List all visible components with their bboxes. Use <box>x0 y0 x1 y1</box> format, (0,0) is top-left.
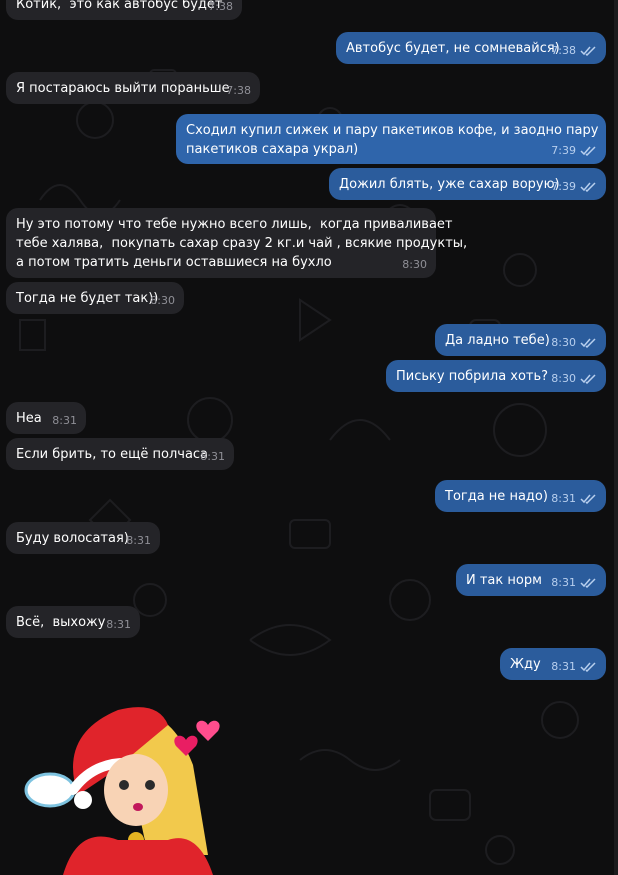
message-time: 7:39 <box>551 144 576 157</box>
message-incoming[interactable]: Буду волосатая) 8:31 <box>6 522 160 554</box>
message-time: 8:31 <box>551 576 576 589</box>
heart-icon <box>196 720 220 741</box>
read-check-icon <box>580 145 596 156</box>
read-check-icon <box>580 373 596 384</box>
message-meta: 7:38 <box>226 81 251 100</box>
message-incoming[interactable]: Тогда не будет так)) 8:30 <box>6 282 184 314</box>
message-meta: 8:31 <box>106 615 131 634</box>
message-time: 8:31 <box>200 450 225 463</box>
message-outgoing[interactable]: Жду 8:31 <box>500 648 606 680</box>
message-text: Дожил блять, уже сахар ворую) <box>339 177 560 192</box>
message-meta: 8:31 <box>551 573 597 592</box>
read-check-icon <box>580 493 596 504</box>
message-text: Всё, выхожу <box>16 615 106 630</box>
message-outgoing[interactable]: И так норм 8:31 <box>456 564 606 596</box>
scrollbar-track[interactable] <box>614 0 618 875</box>
message-time: 8:30 <box>551 372 576 385</box>
message-text: Ну это потому что тебе нужно всего лишь,… <box>16 217 468 270</box>
message-time: 8:30 <box>150 294 175 307</box>
message-time: 8:31 <box>106 618 131 631</box>
hat-pompom-shape <box>74 791 92 809</box>
read-check-icon <box>580 181 596 192</box>
message-meta: 8:31 <box>551 657 597 676</box>
lips-shape <box>133 803 143 811</box>
message-outgoing[interactable]: Тогда не надо) 8:31 <box>435 480 606 512</box>
message-outgoing[interactable]: Автобус будет, не сомневайся) 7:38 <box>336 32 606 64</box>
message-text: Тогда не надо) <box>445 489 548 504</box>
message-time: 7:39 <box>551 180 576 193</box>
message-meta: 7:38 <box>208 0 233 16</box>
message-meta: 8:31 <box>126 531 151 550</box>
message-meta: 8:31 <box>52 411 77 430</box>
message-outgoing[interactable]: Сходил купил сижек и пару пакетиков кофе… <box>176 114 606 164</box>
message-text: Если брить, то ещё полчаса <box>16 447 209 462</box>
message-incoming[interactable]: Неа 8:31 <box>6 402 86 434</box>
message-meta: 8:30 <box>551 369 597 388</box>
eye-shape <box>145 780 155 790</box>
message-time: 7:38 <box>551 44 576 57</box>
message-text: Неа <box>16 411 42 426</box>
message-text: Я постараюсь выйти пораньше <box>16 81 230 96</box>
girl-blowing-kiss-sticker[interactable] <box>18 695 228 875</box>
message-time: 8:30 <box>402 258 427 271</box>
message-meta: 8:31 <box>551 489 597 508</box>
read-check-icon <box>580 577 596 588</box>
message-meta: 8:30 <box>402 255 427 274</box>
message-incoming[interactable]: Если брить, то ещё полчаса 8:31 <box>6 438 234 470</box>
message-meta: 8:31 <box>200 447 225 466</box>
message-text: Тогда не будет так)) <box>16 291 159 306</box>
message-time: 8:31 <box>126 534 151 547</box>
message-incoming[interactable]: Всё, выхожу 8:31 <box>6 606 140 638</box>
message-outgoing[interactable]: Дожил блять, уже сахар ворую) 7:39 <box>329 168 606 200</box>
message-time: 8:31 <box>551 492 576 505</box>
message-time: 8:31 <box>52 414 77 427</box>
message-time: 8:31 <box>551 660 576 673</box>
message-text: Письку побрила хоть? <box>396 369 549 384</box>
message-meta: 8:30 <box>551 333 597 352</box>
message-outgoing[interactable]: Письку побрила хоть? 8:30 <box>386 360 606 392</box>
message-text: Сходил купил сижек и пару пакетиков кофе… <box>186 123 599 157</box>
read-check-icon <box>580 661 596 672</box>
message-text: Жду <box>510 657 541 672</box>
message-time: 7:38 <box>226 84 251 97</box>
message-meta: 7:38 <box>551 41 597 60</box>
cloud-shape <box>24 772 76 808</box>
message-incoming[interactable]: Котик, это как автобус будет 7:38 <box>6 0 242 20</box>
message-text: Автобус будет, не сомневайся) <box>346 41 560 56</box>
read-check-icon <box>580 45 596 56</box>
face-shape <box>104 754 168 826</box>
message-meta: 7:39 <box>551 141 597 160</box>
message-text: Да ладно тебе) <box>445 333 550 348</box>
message-text: Буду волосатая) <box>16 531 129 546</box>
message-text: Котик, это как автобус будет <box>16 0 223 12</box>
message-meta: 8:30 <box>150 291 175 310</box>
message-incoming[interactable]: Ну это потому что тебе нужно всего лишь,… <box>6 208 467 278</box>
message-outgoing[interactable]: Да ладно тебе) 8:30 <box>435 324 606 356</box>
message-time: 7:38 <box>208 0 233 13</box>
message-incoming[interactable]: Я постараюсь выйти пораньше 7:38 <box>6 72 260 104</box>
message-meta: 7:39 <box>551 177 597 196</box>
message-time: 8:30 <box>551 336 576 349</box>
dress-shape <box>63 836 213 875</box>
read-check-icon <box>580 337 596 348</box>
message-text: И так норм <box>466 573 542 588</box>
eye-shape <box>119 780 129 790</box>
